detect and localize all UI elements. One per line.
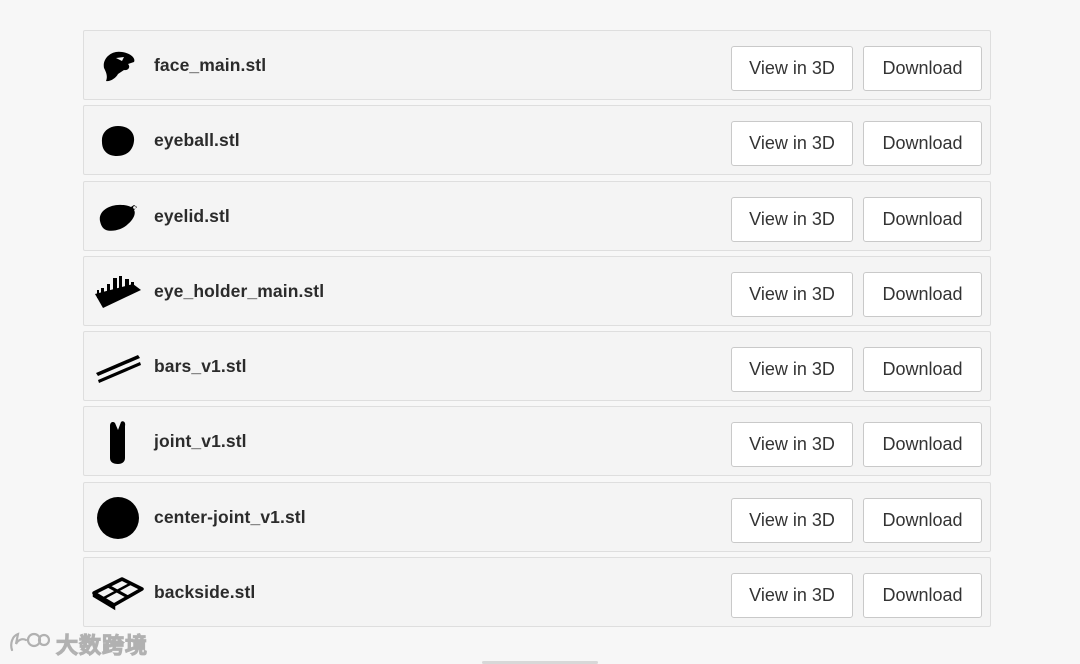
file-name: bars_v1.stl	[154, 356, 247, 377]
backside-model-icon	[92, 569, 144, 617]
file-row: backside.stl View in 3D Download	[83, 557, 991, 628]
file-row: eye_holder_main.stl View in 3D Download	[83, 255, 991, 326]
file-name: face_main.stl	[154, 55, 267, 75]
view-in-3d-button[interactable]: View in 3D	[731, 497, 853, 543]
file-row: face_main.stl View in 3D Download	[83, 30, 991, 100]
download-button[interactable]: Download	[863, 196, 982, 242]
file-name: center-joint_v1.stl	[154, 506, 306, 527]
file-row: eyeball.stl View in 3D Download	[83, 105, 991, 176]
download-button[interactable]: Download	[863, 573, 982, 619]
view-in-3d-button[interactable]: View in 3D	[731, 271, 853, 317]
watermark: 大数跨境	[8, 628, 148, 660]
center-joint-model-icon	[92, 494, 144, 542]
file-name: joint_v1.stl	[154, 431, 247, 452]
watermark-text: 大数跨境	[55, 633, 149, 659]
file-name: backside.stl	[154, 582, 256, 603]
view-in-3d-button[interactable]: View in 3D	[731, 422, 853, 468]
joint-model-icon	[92, 418, 144, 466]
file-row: center-joint_v1.stl View in 3D Download	[83, 481, 991, 552]
eyeball-model-icon	[92, 117, 144, 165]
watermark-logo-icon	[8, 630, 51, 659]
file-row: joint_v1.stl View in 3D Download	[83, 406, 991, 477]
view-in-3d-button[interactable]: View in 3D	[731, 347, 853, 393]
file-name: eye_holder_main.stl	[154, 280, 325, 301]
download-button[interactable]: Download	[863, 347, 982, 393]
file-name: eyeball.stl	[154, 130, 240, 151]
eye-holder-model-icon	[92, 268, 144, 316]
view-in-3d-button[interactable]: View in 3D	[731, 46, 853, 91]
view-in-3d-button[interactable]: View in 3D	[731, 573, 853, 619]
file-row: bars_v1.stl View in 3D Download	[83, 331, 991, 402]
download-button[interactable]: Download	[863, 121, 982, 167]
file-list: face_main.stl View in 3D Download eyebal…	[83, 30, 991, 632]
eyelid-model-icon	[92, 193, 144, 241]
view-in-3d-button[interactable]: View in 3D	[731, 196, 853, 242]
file-row: eyelid.stl View in 3D Download	[83, 180, 991, 251]
download-button[interactable]: Download	[863, 422, 982, 468]
view-in-3d-button[interactable]: View in 3D	[731, 121, 853, 167]
download-button[interactable]: Download	[863, 271, 982, 317]
face-main-model-icon	[92, 42, 144, 90]
download-button[interactable]: Download	[863, 497, 982, 543]
download-button[interactable]: Download	[863, 46, 982, 91]
bars-model-icon	[92, 343, 144, 391]
file-name: eyelid.stl	[154, 205, 230, 226]
